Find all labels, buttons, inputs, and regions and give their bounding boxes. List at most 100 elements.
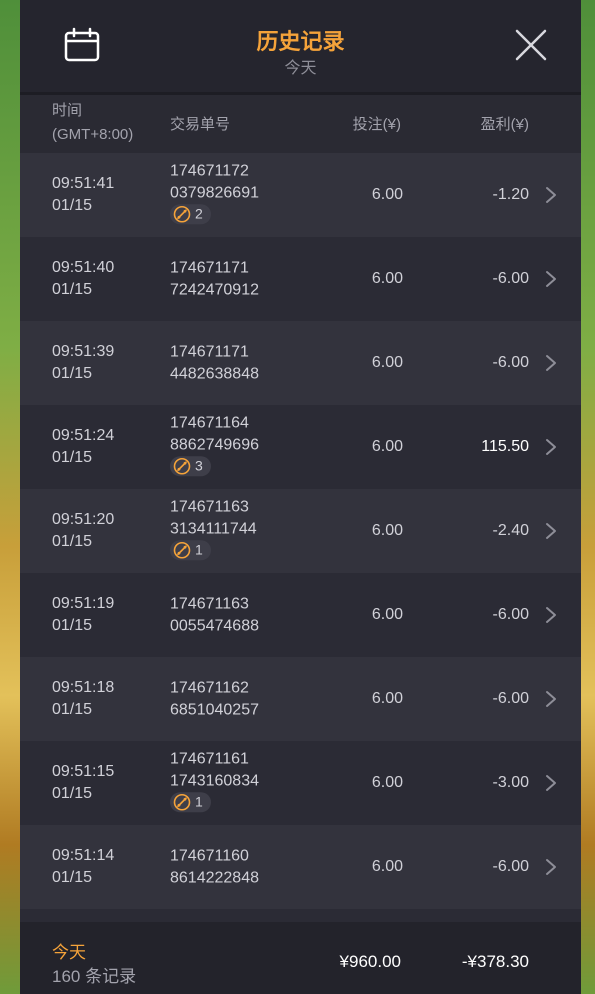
row-time: 09:51:15 01/15 xyxy=(52,761,114,805)
close-icon[interactable] xyxy=(514,28,548,62)
free-spin-badge: 3 xyxy=(170,456,211,477)
row-date-value: 01/15 xyxy=(52,533,93,550)
row-order-id-line2: 4482638848 xyxy=(170,365,259,382)
row-date-value: 01/15 xyxy=(52,785,93,802)
row-order-id: 174671171 7242470912 xyxy=(170,258,259,301)
row-bet: 6.00 xyxy=(371,354,403,371)
row-order-id: 174671160 8614222848 xyxy=(170,846,259,889)
row-time-value: 09:51:14 xyxy=(52,847,115,864)
free-spin-badge: 2 xyxy=(170,204,211,225)
row-date-value: 01/15 xyxy=(52,617,93,634)
summary-count: 160 条记录 xyxy=(52,967,137,986)
summary-period: 今天 xyxy=(52,943,86,962)
row-order-id-line2: 8862749696 xyxy=(170,435,259,453)
row-time: 09:51:40 01/15 xyxy=(52,257,114,301)
history-row[interactable]: 09:51:20 01/15 174671163 3134111744 1 6.… xyxy=(20,489,581,573)
summary-footer: 今天 160 条记录 ¥960.00 -¥378.30 xyxy=(20,922,581,994)
history-row[interactable]: 09:51:14 01/15 174671160 8614222848 6.00… xyxy=(20,825,581,909)
column-bet: 投注(¥) xyxy=(352,116,401,133)
page-title: 历史记录 xyxy=(256,29,345,54)
row-order-id: 174671161 1743160834 1 xyxy=(170,748,259,818)
row-profit: -6.00 xyxy=(492,858,529,875)
free-spin-icon xyxy=(173,457,191,475)
row-order-id-line2: 0055474688 xyxy=(170,617,259,634)
row-bet: 6.00 xyxy=(371,606,403,623)
row-bet: 6.00 xyxy=(371,186,403,203)
row-time-value: 09:51:19 xyxy=(52,595,115,612)
row-time-value: 09:51:24 xyxy=(52,427,115,444)
history-row[interactable]: 09:51:39 01/15 174671171 4482638848 6.00… xyxy=(20,321,581,405)
row-bet: 6.00 xyxy=(371,438,403,455)
row-time: 09:51:18 01/15 xyxy=(52,677,114,721)
history-row[interactable]: 09:51:19 01/15 174671163 0055474688 6.00… xyxy=(20,573,581,657)
chevron-right-icon[interactable] xyxy=(545,858,557,876)
chevron-right-icon[interactable] xyxy=(545,438,557,456)
column-header: 时间 (GMT+8:00) 交易单号 投注(¥) 盈利(¥) xyxy=(20,95,581,153)
free-spin-count: 3 xyxy=(195,457,203,474)
row-order-id-line1: 174671172 xyxy=(170,162,249,180)
row-order-id: 174671172 0379826691 2 xyxy=(170,160,259,230)
row-date-value: 01/15 xyxy=(52,869,93,886)
row-order-id-line1: 174671163 xyxy=(170,595,249,613)
row-time-value: 09:51:41 xyxy=(52,175,115,192)
chevron-right-icon[interactable] xyxy=(545,690,557,708)
row-order-id: 174671164 8862749696 3 xyxy=(170,412,259,482)
history-row[interactable]: 09:51:41 01/15 174671172 0379826691 2 6.… xyxy=(20,153,581,237)
column-order-id: 交易单号 xyxy=(170,116,231,133)
row-order-id-line1: 174671171 xyxy=(170,259,249,277)
row-bet: 6.00 xyxy=(371,270,403,287)
history-row[interactable]: 09:51:24 01/15 174671164 8862749696 3 6.… xyxy=(20,405,581,489)
free-spin-count: 2 xyxy=(195,205,203,222)
row-order-id-line1: 174671161 xyxy=(170,750,249,768)
history-row[interactable]: 09:51:15 01/15 174671161 1743160834 1 6.… xyxy=(20,741,581,825)
row-date-value: 01/15 xyxy=(52,449,93,466)
row-bet: 6.00 xyxy=(371,690,403,707)
chevron-right-icon[interactable] xyxy=(545,186,557,204)
row-date-value: 01/15 xyxy=(52,365,93,382)
header: 历史记录 今天 xyxy=(20,0,581,95)
row-order-id: 174671171 4482638848 xyxy=(170,342,259,385)
row-profit: -6.00 xyxy=(492,690,529,707)
row-bet: 6.00 xyxy=(371,774,403,791)
row-date-value: 01/15 xyxy=(52,701,93,718)
row-time: 09:51:19 01/15 xyxy=(52,593,114,637)
row-order-id: 174671162 6851040257 xyxy=(170,678,259,721)
history-row[interactable]: 09:51:18 01/15 174671162 6851040257 6.00… xyxy=(20,657,581,741)
row-order-id: 174671163 0055474688 xyxy=(170,594,259,637)
row-time-value: 09:51:40 xyxy=(52,259,115,276)
free-spin-count: 1 xyxy=(195,541,203,558)
background-art-right xyxy=(581,0,595,994)
row-profit: 115.50 xyxy=(481,438,529,455)
row-time-value: 09:51:39 xyxy=(52,343,115,360)
row-bet: 6.00 xyxy=(371,858,403,875)
chevron-right-icon[interactable] xyxy=(545,522,557,540)
row-profit: -6.00 xyxy=(492,354,529,371)
history-list: 09:51:41 01/15 174671172 0379826691 2 6.… xyxy=(20,153,581,909)
row-profit: -6.00 xyxy=(492,270,529,287)
row-profit: -2.40 xyxy=(492,522,529,539)
row-time: 09:51:41 01/15 xyxy=(52,173,114,217)
row-date-value: 01/15 xyxy=(52,197,93,214)
chevron-right-icon[interactable] xyxy=(545,270,557,288)
history-row[interactable]: 09:51:40 01/15 174671171 7242470912 6.00… xyxy=(20,237,581,321)
row-bet: 6.00 xyxy=(371,522,403,539)
row-order-id-line2: 6851040257 xyxy=(170,701,259,718)
chevron-right-icon[interactable] xyxy=(545,354,557,372)
free-spin-icon xyxy=(173,205,191,223)
row-time: 09:51:14 01/15 xyxy=(52,845,114,889)
free-spin-icon xyxy=(173,793,191,811)
row-order-id-line1: 174671164 xyxy=(170,414,249,432)
row-profit: -3.00 xyxy=(492,774,529,791)
chevron-right-icon[interactable] xyxy=(545,606,557,624)
free-spin-count: 1 xyxy=(195,793,203,810)
row-time: 09:51:39 01/15 xyxy=(52,341,114,385)
row-profit: -6.00 xyxy=(492,606,529,623)
row-profit: -1.20 xyxy=(492,186,529,203)
summary-total-bet: ¥960.00 xyxy=(339,952,401,971)
row-order-id-line2: 3134111744 xyxy=(170,519,257,537)
row-time: 09:51:24 01/15 xyxy=(52,425,114,469)
chevron-right-icon[interactable] xyxy=(545,774,557,792)
free-spin-icon xyxy=(173,541,191,559)
row-order-id-line1: 174671163 xyxy=(170,498,249,516)
row-order-id-line1: 174671160 xyxy=(170,847,249,865)
